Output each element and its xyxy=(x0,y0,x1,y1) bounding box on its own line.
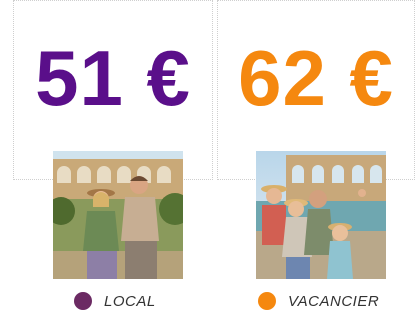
legend-vacancier: VACANCIER xyxy=(258,290,379,312)
legend-vacancier-label: VACANCIER xyxy=(288,292,380,310)
local-photo xyxy=(53,151,183,279)
local-price: 51 € xyxy=(35,34,191,122)
legend-local: LOCAL xyxy=(74,290,156,312)
vacancier-photo xyxy=(256,151,386,279)
local-dot-icon xyxy=(74,292,92,310)
vacancier-dot-icon xyxy=(258,292,276,310)
legend-local-label: LOCAL xyxy=(104,292,156,310)
vacancier-price: 62 € xyxy=(238,34,394,122)
price-comparison: 51 € 62 € LOCAL VACANCIER xyxy=(0,0,415,314)
